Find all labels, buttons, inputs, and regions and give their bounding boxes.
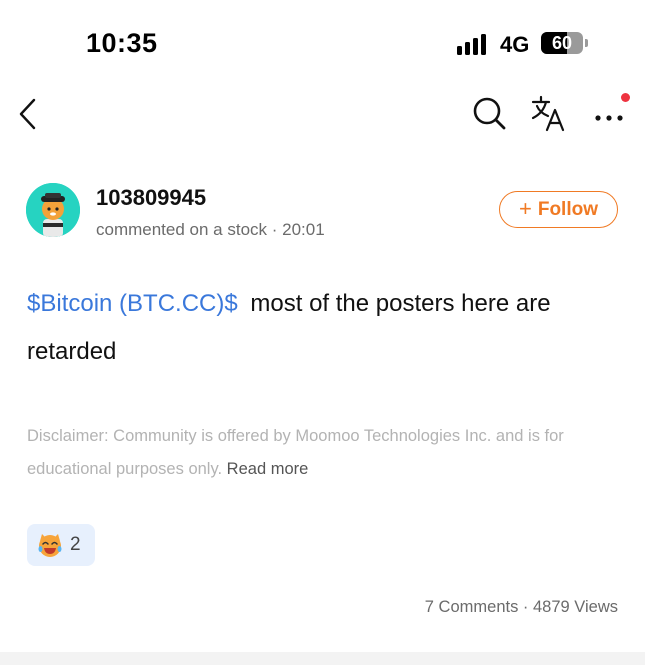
nav-bar xyxy=(0,88,645,140)
read-more-link[interactable]: Read more xyxy=(227,460,309,478)
follow-label: Follow xyxy=(537,198,598,220)
plus-icon: + xyxy=(518,195,532,221)
translate-icon xyxy=(531,95,565,132)
status-time: 10:35 xyxy=(86,28,158,58)
notification-dot xyxy=(621,93,630,102)
network-type: 4G xyxy=(500,32,530,57)
reaction-count: 2 xyxy=(70,534,81,555)
back-button[interactable] xyxy=(14,96,44,132)
battery-icon: 60 xyxy=(541,32,588,54)
reaction-button[interactable]: 2 xyxy=(27,524,95,566)
post-body: $Bitcoin (BTC.CC)$ most of the posters h… xyxy=(27,280,619,376)
avatar[interactable] xyxy=(26,183,80,237)
author-row: 103809945 commented on a stock · 20:01 +… xyxy=(26,180,621,244)
signal-icon xyxy=(457,33,491,55)
section-divider xyxy=(0,652,645,665)
author-username[interactable]: 103809945 xyxy=(96,185,206,211)
chevron-left-icon xyxy=(19,98,36,130)
search-icon xyxy=(473,97,506,130)
avatar-cat-icon xyxy=(26,183,80,237)
post-meta: commented on a stock · 20:01 xyxy=(96,220,325,239)
battery-level: 60 xyxy=(551,33,573,53)
laughing-face-icon xyxy=(38,534,62,557)
follow-button[interactable]: + Follow xyxy=(499,191,618,228)
stock-ticker-link[interactable]: $Bitcoin (BTC.CC)$ xyxy=(27,290,238,317)
translate-button[interactable] xyxy=(530,94,568,132)
search-button[interactable] xyxy=(470,94,508,132)
status-bar: 10:35 4G 60 xyxy=(0,0,645,88)
disclaimer: Disclaimer: Community is offered by Moom… xyxy=(27,420,619,486)
post-stats[interactable]: 7 Comments · 4879 Views xyxy=(425,598,618,617)
